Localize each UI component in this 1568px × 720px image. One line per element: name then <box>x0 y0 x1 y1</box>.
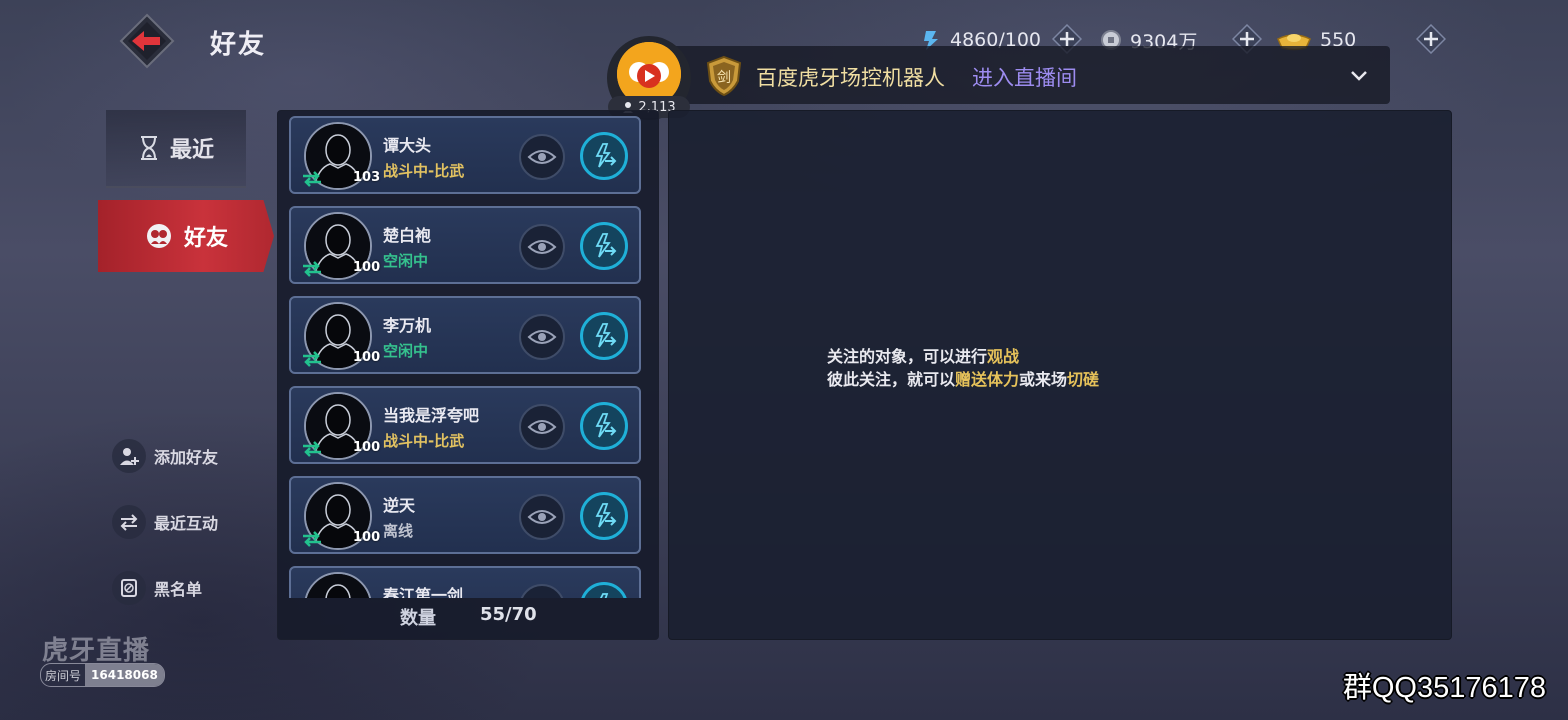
friend-card[interactable]: 100 春江第一剑 <box>289 566 641 598</box>
recent-interactions-button[interactable]: 最近互动 <box>112 504 218 540</box>
friend-avatar[interactable] <box>304 572 372 598</box>
hint-highlight-gift: 赠送体力 <box>955 370 1020 389</box>
friend-card[interactable]: 100 李万机 空闲中 <box>289 296 641 374</box>
eye-icon <box>527 240 557 254</box>
send-stamina-button[interactable] <box>580 132 628 180</box>
badge-text: 剑 <box>717 70 731 86</box>
hint-text: 关注的对象，可以进行 <box>827 347 988 366</box>
friend-card[interactable]: 100 楚白袍 空闲中 <box>289 206 641 284</box>
silhouette-icon <box>306 574 370 598</box>
back-button[interactable] <box>118 12 176 70</box>
friend-name: 逆天 <box>383 496 416 515</box>
add-friend-button[interactable]: 添加好友 <box>112 438 218 474</box>
friend-status: 战斗中-比武 <box>383 432 465 450</box>
friend-level: 100 <box>353 440 381 455</box>
transfer-arrows-icon <box>303 441 321 457</box>
send-stamina-button[interactable] <box>580 222 628 270</box>
friend-card[interactable]: 100 逆天 离线 <box>289 476 641 554</box>
friend-count-value: 55/70 <box>480 604 537 625</box>
friend-name: 楚白袍 <box>383 226 432 245</box>
hint-highlight-spar: 切磋 <box>1067 370 1100 389</box>
eye-icon <box>527 420 557 434</box>
hourglass-icon <box>140 136 157 160</box>
block-icon <box>112 571 146 605</box>
friend-status: 空闲中 <box>383 342 429 360</box>
spectate-button[interactable] <box>519 134 565 180</box>
eye-icon <box>527 510 557 524</box>
hint-text: 或来场 <box>1019 370 1068 389</box>
add-gold-button[interactable] <box>1415 23 1447 55</box>
friend-card[interactable]: 103 谭大头 战斗中-比武 <box>289 116 641 194</box>
swap-arrows-icon <box>112 505 146 539</box>
friend-count-label: 数量 <box>400 608 436 629</box>
tab-recent-label: 最近 <box>169 138 214 163</box>
tab-friends-label: 好友 <box>183 226 228 251</box>
transfer-arrows-icon <box>303 351 321 367</box>
tab-friends[interactable]: 好友 <box>98 200 274 272</box>
friend-card[interactable]: 100 当我是浮夸吧 战斗中-比武 <box>289 386 641 464</box>
blacklist-button[interactable]: 黑名单 <box>112 570 202 606</box>
friend-status: 空闲中 <box>383 252 429 270</box>
spectate-button[interactable] <box>519 224 565 270</box>
friend-name: 春江第一剑 <box>383 586 464 598</box>
friend-status: 战斗中-比武 <box>383 162 465 180</box>
spectate-button[interactable] <box>519 584 565 598</box>
room-number-watermark: 房间号 16418068 <box>40 663 165 687</box>
shield-icon: 剑 <box>706 55 742 97</box>
lightning-send-icon <box>599 593 609 598</box>
chevron-down-icon[interactable] <box>1348 64 1370 86</box>
friend-name: 李万机 <box>383 316 432 335</box>
send-stamina-button[interactable] <box>580 582 628 598</box>
plus-icon <box>1415 23 1447 55</box>
back-arrow-icon <box>119 13 175 69</box>
room-number: 16418068 <box>85 664 164 686</box>
add-person-icon <box>112 439 146 473</box>
spectate-button[interactable] <box>519 494 565 540</box>
eye-icon <box>527 330 557 344</box>
recent-interactions-label: 最近互动 <box>154 514 219 533</box>
sword-badge-icon: 剑 <box>705 55 743 97</box>
send-stamina-button[interactable] <box>580 312 628 360</box>
lightning-send-icon <box>595 503 617 528</box>
transfer-arrows-icon <box>303 171 321 187</box>
friend-list[interactable]: 103 谭大头 战斗中-比武 100 楚白袍 空闲中 100 李万机 空闲中 1… <box>287 116 647 598</box>
eye-icon <box>527 150 557 164</box>
page-title: 好友 <box>210 30 267 60</box>
friend-status: 离线 <box>383 522 414 540</box>
bot-name: 百度虎牙场控机器人 <box>756 66 945 90</box>
eye-icon <box>527 597 557 598</box>
transfer-arrows-icon <box>303 261 321 277</box>
qq-group-overlay: 群QQ35176178 <box>1342 672 1546 704</box>
transfer-arrows-icon <box>303 531 321 547</box>
friend-level: 103 <box>353 170 381 185</box>
friend-name: 当我是浮夸吧 <box>383 406 480 425</box>
friend-level: 100 <box>353 260 381 275</box>
blacklist-label: 黑名单 <box>154 580 203 599</box>
friend-name: 谭大头 <box>383 136 432 155</box>
huya-logo-watermark: 虎牙直播 <box>42 636 151 666</box>
friend-level: 100 <box>353 350 381 365</box>
enter-live-room-link[interactable]: 进入直播间 <box>972 62 1077 92</box>
spectate-button[interactable] <box>519 404 565 450</box>
lightning-send-icon <box>595 413 617 438</box>
lightning-send-icon <box>595 233 617 258</box>
hint-line-1: 关注的对象，可以进行观战 <box>827 343 1019 367</box>
lightning-send-icon <box>595 323 617 348</box>
friends-icon <box>146 224 171 248</box>
tab-recent[interactable]: 最近 <box>106 110 246 188</box>
friend-level: 100 <box>353 530 381 545</box>
send-stamina-button[interactable] <box>580 492 628 540</box>
lightning-send-icon <box>595 143 617 168</box>
hint-text: 彼此关注，就可以 <box>827 370 956 389</box>
spectate-button[interactable] <box>519 314 565 360</box>
add-friend-label: 添加好友 <box>154 448 219 467</box>
send-stamina-button[interactable] <box>580 402 628 450</box>
hint-highlight-spectate: 观战 <box>987 347 1020 366</box>
hint-line-2: 彼此关注，就可以赠送体力或来场切磋 <box>827 366 1099 390</box>
room-label: 房间号 <box>45 668 82 683</box>
